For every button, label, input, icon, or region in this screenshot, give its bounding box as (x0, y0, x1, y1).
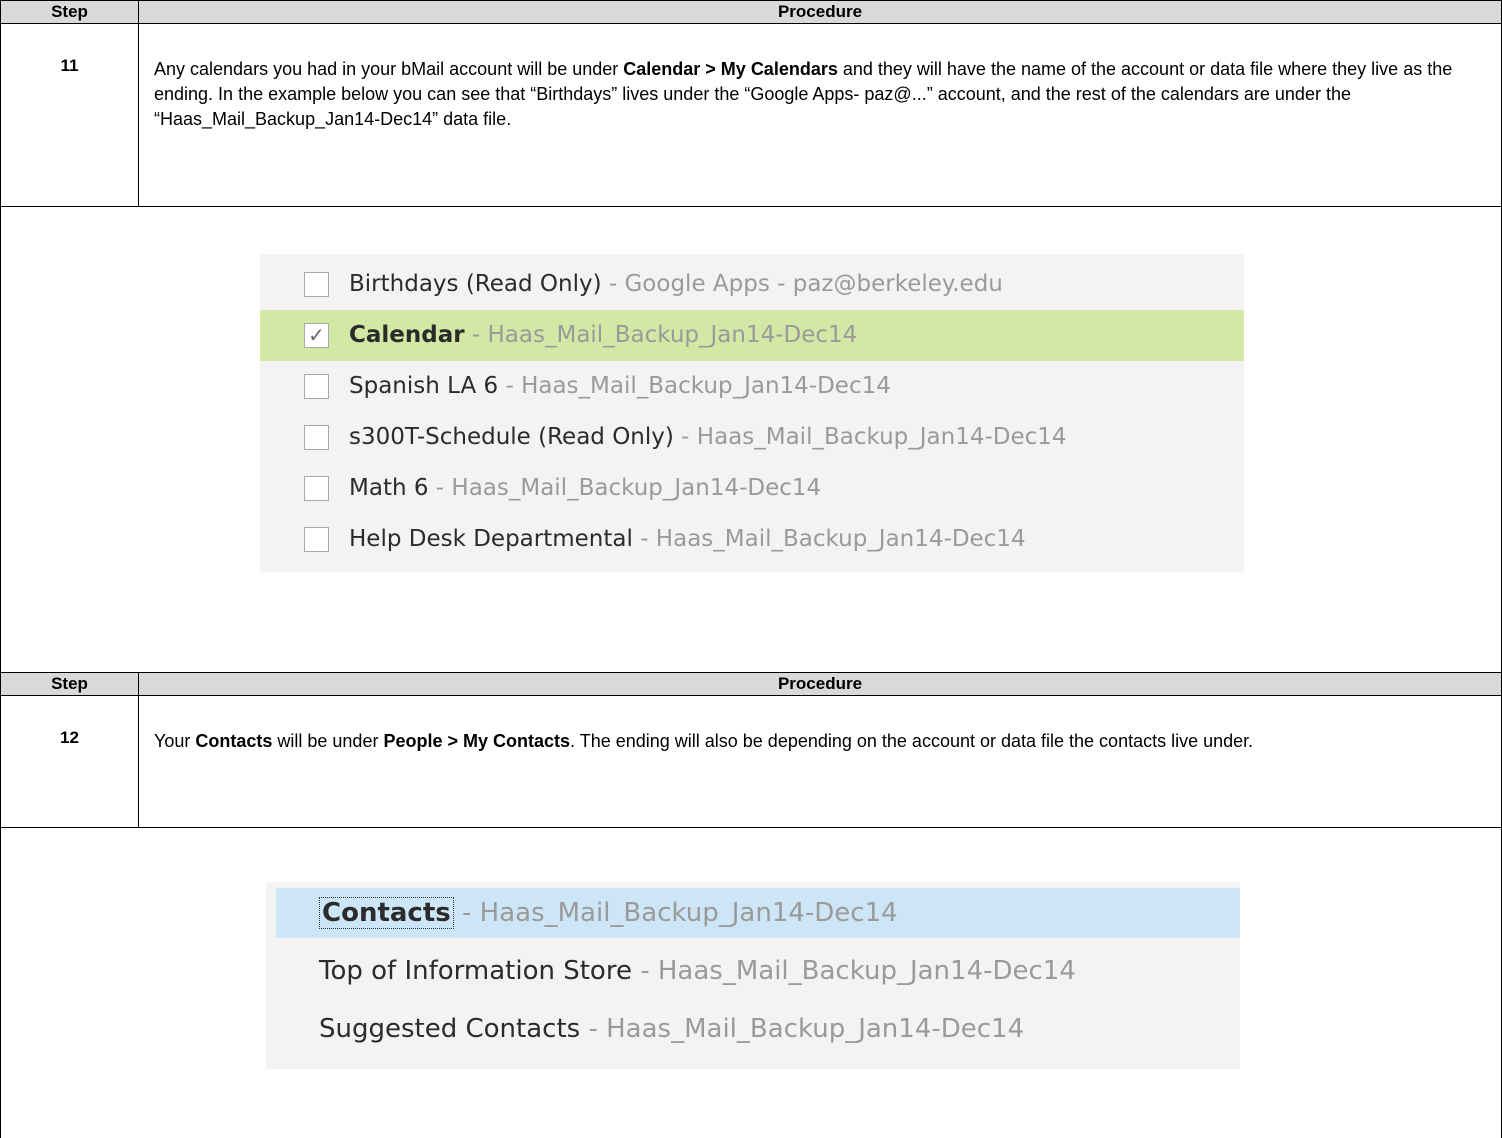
calendar-name: s300T-Schedule (Read Only) (349, 424, 674, 450)
contacts-item-top-of-store[interactable]: Top of Information Store - Haas_Mail_Bac… (266, 946, 1240, 996)
procedure-text: Any calendars you had in your bMail acco… (154, 57, 1464, 132)
calendar-name: Help Desk Departmental (349, 526, 633, 552)
contact-name: Top of Information Store (319, 956, 632, 986)
contact-suffix: - Haas_Mail_Backup_Jan14-Dec14 (580, 1014, 1025, 1044)
calendar-item-spanish[interactable]: Spanish LA 6 - Haas_Mail_Backup_Jan14-De… (260, 361, 1244, 412)
contact-suffix: - Haas_Mail_Backup_Jan14-Dec14 (631, 956, 1076, 986)
contacts-item-contacts[interactable]: Contacts - Haas_Mail_Backup_Jan14-Dec14 (276, 888, 1240, 938)
procedure-bold: Calendar > My Calendars (623, 59, 838, 79)
calendar-item-s300t[interactable]: s300T-Schedule (Read Only) - Haas_Mail_B… (260, 412, 1244, 463)
step-row: 12 Your Contacts will be under People > … (1, 696, 1501, 828)
calendar-item-calendar[interactable]: ✓ Calendar - Haas_Mail_Backup_Jan14-Dec1… (260, 310, 1244, 361)
contacts-list-panel: Contacts - Haas_Mail_Backup_Jan14-Dec14 … (266, 882, 1240, 1069)
procedure-text: Your Contacts will be under People > My … (154, 729, 1464, 754)
calendar-list-panel: Birthdays (Read Only) - Google Apps - pa… (260, 254, 1244, 572)
header-step: Step (1, 1, 139, 23)
table-header-row: Step Procedure (1, 0, 1501, 24)
checkbox[interactable] (304, 527, 329, 552)
procedure-bold: Contacts (195, 731, 273, 751)
calendar-suffix: - Haas_Mail_Backup_Jan14-Dec14 (498, 373, 891, 399)
checkbox[interactable] (304, 272, 329, 297)
calendar-name: Birthdays (Read Only) (349, 271, 602, 297)
calendar-suffix: - Haas_Mail_Backup_Jan14-Dec14 (428, 475, 822, 501)
step-number: 11 (1, 24, 139, 206)
step-12-section: Step Procedure 12 Your Contacts will be … (0, 672, 1502, 1138)
calendar-name: Calendar (349, 322, 465, 348)
checkbox-checked[interactable]: ✓ (304, 323, 329, 348)
calendar-item-birthdays[interactable]: Birthdays (Read Only) - Google Apps - pa… (260, 259, 1244, 310)
step-number: 12 (1, 696, 139, 827)
calendar-item-math[interactable]: Math 6 - Haas_Mail_Backup_Jan14-Dec14 (260, 463, 1244, 514)
checkbox[interactable] (304, 425, 329, 450)
contacts-item-suggested[interactable]: Suggested Contacts - Haas_Mail_Backup_Ja… (266, 1004, 1240, 1054)
calendar-suffix: - Haas_Mail_Backup_Jan14-Dec14 (632, 526, 1026, 552)
calendar-suffix: - Haas_Mail_Backup_Jan14-Dec14 (464, 322, 858, 348)
step-11-section: Step Procedure 11 Any calendars you had … (0, 0, 1502, 672)
procedure-text-part: Your (154, 731, 196, 751)
contact-suffix: - Haas_Mail_Backup_Jan14-Dec14 (453, 898, 898, 928)
procedure-text-part: Any calendars you had in your bMail acco… (154, 59, 624, 79)
header-procedure: Procedure (777, 2, 863, 21)
procedure-text-part: will be under (272, 731, 384, 751)
header-step: Step (1, 673, 139, 695)
table-header-row: Step Procedure (1, 672, 1501, 696)
calendar-name: Spanish LA 6 (349, 373, 499, 399)
contact-name: Contacts (319, 897, 454, 929)
calendar-item-helpdesk[interactable]: Help Desk Departmental - Haas_Mail_Backu… (260, 514, 1244, 565)
calendar-name: Math 6 (349, 475, 429, 501)
calendar-suffix: - Haas_Mail_Backup_Jan14-Dec14 (673, 424, 1067, 450)
contact-name: Suggested Contacts (319, 1014, 581, 1044)
checkbox[interactable] (304, 374, 329, 399)
procedure-bold: People > My Contacts (383, 731, 571, 751)
checkbox[interactable] (304, 476, 329, 501)
procedure-text-part: . The ending will also be depending on t… (570, 731, 1254, 751)
step-row: 11 Any calendars you had in your bMail a… (1, 24, 1501, 207)
calendar-suffix: - Google Apps - paz@berkeley.edu (601, 271, 1003, 297)
header-procedure: Procedure (777, 674, 863, 693)
